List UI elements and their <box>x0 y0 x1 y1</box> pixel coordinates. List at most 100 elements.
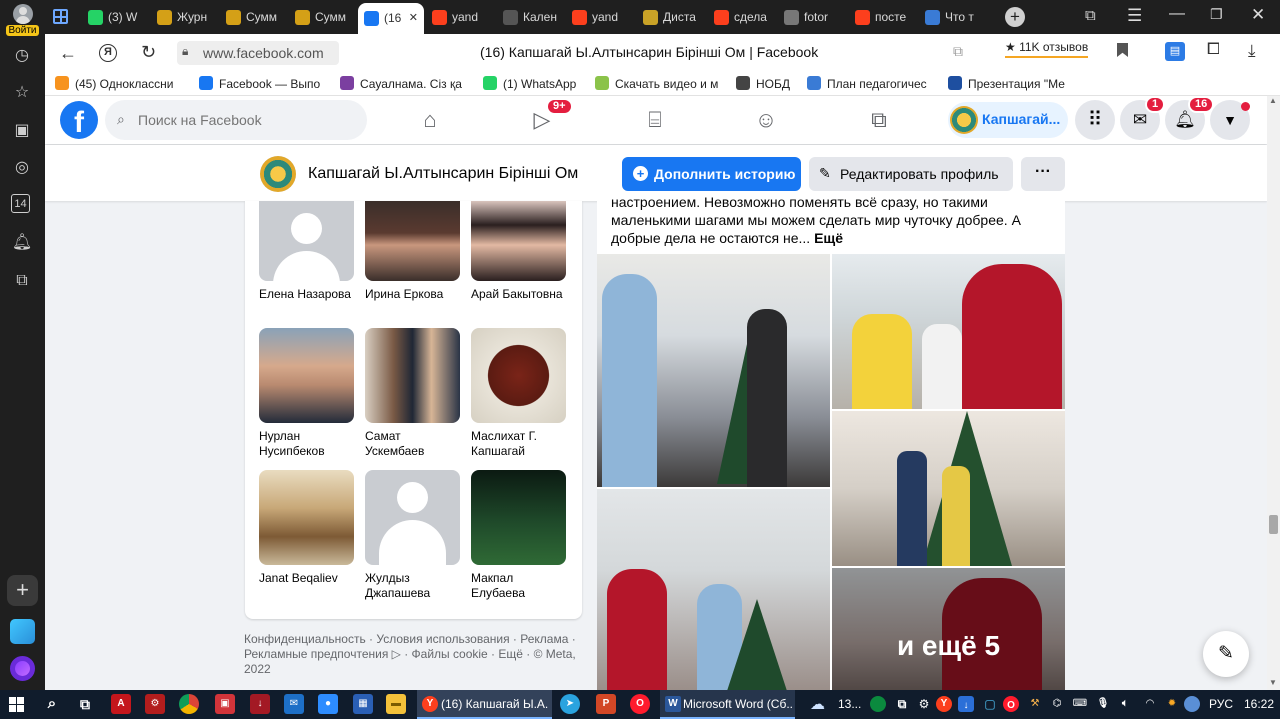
search-box[interactable]: ⌕ <box>105 100 367 140</box>
friend-name[interactable]: Жулдыз Джапашева <box>365 571 460 601</box>
browser-tab[interactable]: yand <box>566 4 636 31</box>
keyboard-icon[interactable]: ⌨ <box>1070 694 1090 714</box>
bookmark-item[interactable]: Сауалнама. Сіз қа <box>340 75 470 93</box>
close-tab-icon[interactable]: ✕ <box>409 3 418 34</box>
app-icon[interactable]: ▣ <box>215 694 235 714</box>
friend-photo[interactable] <box>259 201 354 281</box>
marketplace-icon[interactable]: ⌸ <box>637 104 673 136</box>
yandex-tray-icon[interactable]: Y <box>936 696 952 712</box>
reviews-badge[interactable]: ★ 11K отзывов <box>1005 40 1089 58</box>
browser-tab[interactable]: (3) W <box>82 4 150 31</box>
bookmark-icon[interactable] <box>1117 43 1128 57</box>
friend-photo[interactable] <box>259 470 354 565</box>
clock[interactable]: 16:22 <box>1244 690 1274 719</box>
tray-app-icon[interactable]: ✹ <box>1162 694 1182 714</box>
browser-tab[interactable]: fotor <box>778 4 848 31</box>
friend-item[interactable]: Ирина Еркова <box>365 186 460 302</box>
browser-tab[interactable]: Сумм <box>220 4 288 31</box>
menu-icon[interactable]: ☰ <box>1127 6 1142 26</box>
collections-button-icon[interactable]: ⧠ <box>1207 41 1220 59</box>
gaming-icon[interactable]: ⧉ <box>861 104 897 136</box>
friend-photo[interactable] <box>365 328 460 423</box>
file-explorer-icon[interactable]: ▬ <box>386 694 406 714</box>
screenshot-icon[interactable]: ⧉ <box>11 270 33 292</box>
bookmark-item[interactable]: План педагогичес <box>807 75 937 93</box>
messenger-icon[interactable]: ✉ 1 <box>1120 96 1166 140</box>
friend-name[interactable]: Самат Ускембаев <box>365 429 460 459</box>
tray-app-icon[interactable] <box>1184 696 1200 712</box>
login-avatar[interactable]: Войти <box>6 4 39 36</box>
volume-icon[interactable]: 🔈︎ <box>1115 694 1135 714</box>
browser-tab[interactable]: Журн <box>151 4 219 31</box>
notifications-icon[interactable]: 🔔︎ 16 <box>1165 96 1215 140</box>
post-photo-more[interactable]: и ещё 5 <box>832 568 1065 691</box>
weather-icon[interactable]: ☁ <box>810 695 830 713</box>
language-indicator[interactable]: РУС <box>1209 690 1233 719</box>
friend-photo[interactable] <box>471 470 566 565</box>
restore-button[interactable]: ❐ <box>1210 6 1223 23</box>
url-field[interactable]: 🔒︎ www.facebook.com <box>177 41 339 65</box>
browser-tab[interactable]: yand <box>426 4 496 31</box>
scroll-down-arrow[interactable]: ▼ <box>1269 678 1277 687</box>
account-chevron-icon[interactable]: ▼ <box>1210 100 1250 140</box>
friend-item[interactable]: Маслихат Г. Капшагай <box>471 328 566 459</box>
collections-icon[interactable]: ▣ <box>11 120 33 142</box>
scroll-up-arrow[interactable]: ▲ <box>1269 96 1277 105</box>
windows-start-icon[interactable] <box>9 697 24 712</box>
bookmark-item[interactable]: (45) Одноклассни <box>55 75 185 93</box>
media-play-icon[interactable]: ◎ <box>11 157 33 179</box>
microphone-icon[interactable]: 🎙︎ <box>1093 694 1113 714</box>
network-icon[interactable]: ⌬ <box>1047 694 1067 714</box>
app-icon[interactable]: ⚙ <box>145 694 165 714</box>
scrollbar-thumb[interactable] <box>1269 515 1278 534</box>
favorites-star-icon[interactable]: ☆ <box>11 82 33 104</box>
new-message-button[interactable]: ✎ <box>1203 631 1249 677</box>
friend-item[interactable]: Самат Ускембаев <box>365 328 460 459</box>
tray-app-icon[interactable]: ⧉ <box>892 694 912 714</box>
opera-tray-icon[interactable]: O <box>1003 696 1019 712</box>
friend-item[interactable]: Арай Бакытовна <box>471 186 566 302</box>
wifi-icon[interactable]: ◠ <box>1140 694 1160 714</box>
add-panel-button[interactable]: + <box>7 575 38 606</box>
friend-name[interactable]: Janat Beqaliev <box>259 571 354 586</box>
friend-item[interactable]: Нурлан Нусипбеков <box>259 328 354 459</box>
search-input[interactable] <box>138 109 348 131</box>
friend-name[interactable]: Елена Назарова <box>259 287 354 302</box>
browser-tab[interactable]: Кален <box>497 4 565 31</box>
browser-tab[interactable]: посте <box>849 4 919 31</box>
powerpoint-icon[interactable]: P <box>596 694 616 714</box>
friend-item[interactable]: Макпал Елубаева <box>471 470 566 601</box>
browser-tab[interactable]: Что т <box>919 4 987 31</box>
edit-profile-button[interactable]: ✎ Редактировать профиль <box>809 157 1013 191</box>
bookmark-item[interactable]: (1) WhatsApp <box>483 75 583 93</box>
browser-tab[interactable]: (16 ✕ <box>358 3 424 34</box>
groups-icon[interactable]: ☺ <box>748 104 784 136</box>
bookmark-item[interactable]: НОБД <box>736 75 796 93</box>
search-icon[interactable]: ⌕ <box>42 694 62 714</box>
post-photo[interactable] <box>597 254 830 487</box>
downloads-icon[interactable]: ⤓ <box>1248 41 1256 61</box>
friend-item[interactable]: Janat Beqaliev <box>259 470 354 586</box>
messenger-app-icon[interactable] <box>10 619 35 644</box>
add-story-button[interactable]: + Дополнить историю <box>622 157 801 191</box>
friend-photo[interactable] <box>471 328 566 423</box>
page-scrollbar[interactable]: ▲ ▼ <box>1267 96 1280 690</box>
app-icon[interactable]: ↓ <box>250 694 270 714</box>
friend-photo[interactable] <box>259 328 354 423</box>
copy-link-icon[interactable]: ⧉ <box>953 43 963 60</box>
post-photo[interactable] <box>832 411 1065 566</box>
friend-photo[interactable] <box>365 201 460 281</box>
chrome-icon[interactable] <box>179 694 199 714</box>
zoom-icon[interactable]: ● <box>318 694 338 714</box>
tray-app-icon[interactable]: ↓ <box>958 696 974 712</box>
opera-icon[interactable]: O <box>630 694 650 714</box>
bookmark-item[interactable]: Скачать видео и м <box>595 75 723 93</box>
browser-tab[interactable]: сдела <box>708 4 776 31</box>
alice-assistant-icon[interactable] <box>10 656 35 681</box>
friend-name[interactable]: Ирина Еркова <box>365 287 460 302</box>
menu-grid-icon[interactable]: ⠿ <box>1075 100 1115 140</box>
minimize-button[interactable]: — <box>1169 5 1185 23</box>
friend-item[interactable]: Жулдыз Джапашева <box>365 470 460 601</box>
acrobat-icon[interactable]: A <box>111 694 131 714</box>
page-footer[interactable]: Конфиденциальность · Условия использован… <box>244 632 584 677</box>
